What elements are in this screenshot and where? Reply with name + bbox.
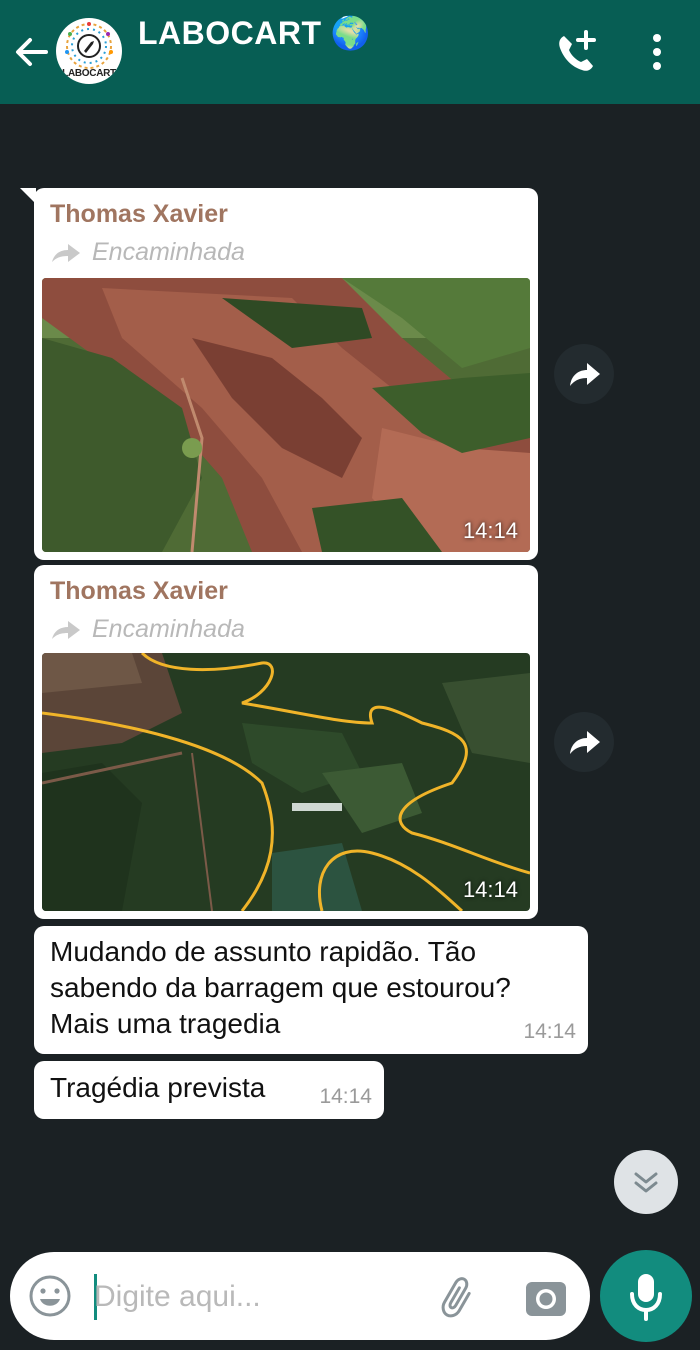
back-button[interactable] [10,30,54,74]
message-time: 14:14 [462,518,518,543]
message-bubble[interactable]: Thomas Xavier Encaminhada 14:14 [34,565,538,919]
group-avatar[interactable]: LABOCART [56,18,122,84]
forward-arrow-icon [52,244,80,262]
add-call-button[interactable] [550,26,602,78]
message-text-line: Mudando de assunto rapidão. Tão [50,936,477,967]
forwarded-text: Encaminhada [92,238,245,266]
message-time: 14:14 [319,1085,372,1108]
message-text-line: sabendo da barragem que estourou? [50,972,511,1003]
microphone-icon [630,1274,662,1321]
message-composer [10,1252,590,1340]
globe-emoji-icon: 🌍 [330,15,372,51]
forwarded-label: Encaminhada [50,615,245,644]
bubble-tail [20,188,36,204]
message-time: 14:14 [462,877,518,902]
camera-icon [526,1282,566,1316]
chat-header: LABOCART LABOCART 🌍 [0,0,700,104]
image-attachment[interactable]: 14:14 [42,278,530,552]
forwarded-text: Encaminhada [92,615,245,643]
message-input[interactable] [92,1270,426,1324]
group-title[interactable]: LABOCART 🌍 [138,14,371,52]
aerial-mudslide-photo [42,278,530,552]
share-button[interactable] [554,344,614,404]
arrow-left-icon [16,38,48,66]
share-button[interactable] [554,712,614,772]
phone-plus-icon [559,30,596,71]
emoji-button[interactable] [28,1274,72,1318]
satellite-map-photo [42,653,530,911]
forward-arrow-icon [52,621,80,639]
image-attachment[interactable]: 14:14 [42,653,530,911]
scroll-to-bottom-button[interactable] [614,1150,678,1214]
more-vertical-icon [653,34,661,70]
message-time: 14:14 [523,1020,576,1043]
share-arrow-icon [570,363,600,386]
sender-name: Thomas Xavier [50,200,228,228]
forwarded-label: Encaminhada [50,238,245,267]
more-options-button[interactable] [636,26,678,78]
voice-record-button[interactable] [600,1250,692,1342]
double-chevron-down-icon [634,1172,658,1193]
paperclip-icon [441,1277,471,1318]
message-bubble[interactable]: Tragédia prevista 14:14 [34,1061,384,1119]
smiley-icon [29,1275,71,1317]
message-text-line: Mais uma tragedia [50,1008,281,1039]
message-text-line: Tragédia prevista [50,1072,266,1103]
share-arrow-icon [570,731,600,754]
sender-name: Thomas Xavier [50,577,228,605]
group-title-text: LABOCART [138,15,322,51]
camera-button[interactable] [522,1274,570,1322]
avatar-text: LABOCART [62,68,116,79]
message-bubble[interactable]: Mudando de assunto rapidão. Tão sabendo … [34,926,588,1054]
attach-button[interactable] [436,1274,484,1322]
message-text: Tragédia prevista [50,1070,265,1106]
message-bubble[interactable]: Thomas Xavier Encaminhada 14:14 [20,188,538,560]
message-text: Mudando de assunto rapidão. Tão sabendo … [50,934,511,1042]
